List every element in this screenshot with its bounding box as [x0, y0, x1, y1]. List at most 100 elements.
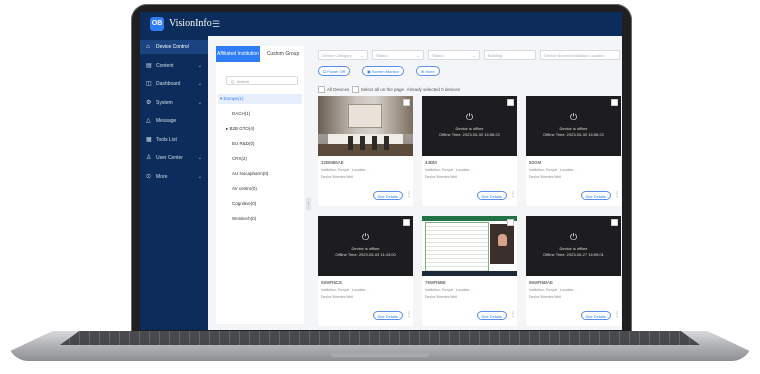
sidebar-item-tools-list[interactable]: ▦ Tools List: [140, 133, 208, 147]
tree-node[interactable]: ▸ B2B GTO(4): [226, 124, 254, 134]
device-institution: Institution: Europe Location: -: [321, 288, 369, 292]
tree-node[interactable]: ▾ Europe(1): [218, 94, 302, 104]
tree-node[interactable]: Cognitive(0): [232, 199, 256, 209]
keyboard: [60, 331, 700, 345]
filter-device-name-search[interactable]: Device Name/Installation Location: [540, 50, 620, 60]
all-devices-label: All Devices: [327, 87, 350, 92]
home-icon: ⌂: [146, 44, 150, 50]
sidebar-item-label: Tools List: [156, 136, 177, 143]
device-location: Location: -: [352, 288, 369, 292]
offline-preview: ⏻ Device is offline Offline Time: 2023-05-…: [526, 96, 621, 156]
more-button[interactable]: ⊕ More: [416, 66, 440, 76]
offline-preview: ⏻ Device is offline Offline Time: 2023-05-…: [422, 96, 517, 156]
collapse-panel-handle[interactable]: ‹: [306, 198, 311, 210]
filter-building[interactable]: Building: [484, 50, 536, 60]
see-details-button[interactable]: See Details: [476, 191, 507, 200]
app-title: VisionInfo: [169, 18, 212, 29]
more-options-icon[interactable]: ⋮: [406, 191, 412, 200]
device-location: Location: -: [456, 168, 473, 172]
screen: OB VisionInfo ☰ ⌂ Device Control ▤ Content ⌄…: [140, 12, 622, 330]
offline-time: Offline Time: 2023-05-03 11:43:00: [335, 252, 396, 257]
offline-status: Device is offline: [559, 246, 588, 251]
device-card[interactable]: ⏻ Device is offline Offline Time: 2023-06-…: [526, 216, 621, 326]
power-off-button[interactable]: ⏻ Power Off: [318, 66, 350, 76]
power-icon: ⏻: [361, 232, 370, 242]
sidebar-item-label: More: [156, 173, 168, 180]
power-icon: ⏻: [569, 232, 578, 242]
screen-monitor-button[interactable]: ▣ Screen Monitor: [362, 66, 405, 76]
device-checkbox[interactable]: [611, 99, 618, 106]
chevron-down-icon: ⌄: [197, 173, 202, 180]
sidebar-item-message[interactable]: △ Message: [140, 114, 208, 128]
tab-affiliated-institution[interactable]: Affiliated Institution: [216, 46, 260, 62]
device-location: Location: -: [352, 168, 369, 172]
offline-status: Device is offline: [351, 246, 380, 251]
device-location: Location: -: [560, 288, 577, 292]
tree-node[interactable]: Wonitech(0): [232, 214, 256, 224]
more-options-icon[interactable]: ⋮: [510, 311, 516, 320]
device-owner: Device Bunnies Well: [425, 295, 458, 299]
tab-custom-group[interactable]: Custom Group: [262, 46, 304, 62]
sidebar-item-device-control[interactable]: ⌂ Device Control: [140, 40, 208, 54]
more-options-icon[interactable]: ⋮: [406, 311, 412, 320]
device-screenshot: [422, 216, 517, 276]
see-details-button[interactable]: See Details: [476, 311, 507, 320]
tools-icon: ▦: [146, 136, 152, 143]
tree-node[interactable]: AV centro(0): [232, 184, 257, 194]
app-logo-icon: OB: [150, 17, 164, 31]
sidebar-item-dashboard[interactable]: ◫ Dashboard ⌄: [140, 77, 208, 91]
top-bar: OB VisionInfo ☰: [140, 12, 622, 36]
device-owner: Device Bunnies Well: [529, 295, 562, 299]
sidebar-item-label: Device Control: [156, 44, 189, 50]
device-name: 75WR6BE: [425, 280, 447, 285]
tree-node[interactable]: DACH(1): [232, 109, 250, 119]
chevron-down-icon: ⌄: [197, 62, 202, 69]
sidebar: ⌂ Device Control ▤ Content ⌄ ◫ Dashboard ⌄ ⚙ Syst…: [140, 36, 208, 330]
more-options-icon[interactable]: ⋮: [614, 191, 620, 200]
menu-toggle-icon[interactable]: ☰: [212, 18, 220, 30]
device-checkbox[interactable]: [403, 219, 410, 226]
device-checkbox[interactable]: [403, 99, 410, 106]
device-card[interactable]: ⏻ Device is offline Offline Time: 2023-05-…: [318, 216, 413, 326]
device-name: 32BM66AE: [321, 160, 344, 165]
more-options-icon[interactable]: ⋮: [510, 191, 516, 200]
device-card[interactable]: ⏻ Device is offline Offline Time: 2023-05-…: [422, 96, 517, 206]
offline-status: Device is offline: [455, 126, 484, 131]
more-icon: ⊙: [146, 173, 152, 180]
more-options-icon[interactable]: ⋮: [614, 311, 620, 320]
sidebar-item-system[interactable]: ⚙ System ⌄: [140, 96, 208, 110]
tree-node[interactable]: EU R&D(0): [232, 139, 255, 149]
device-checkbox[interactable]: [611, 219, 618, 226]
device-name: 65WR6CE: [321, 280, 343, 285]
select-all-checkbox[interactable]: [351, 86, 359, 94]
see-details-button[interactable]: See Details: [372, 311, 403, 320]
tree-node[interactable]: AU Nocapharm(0): [232, 169, 268, 179]
device-list-panel: Device Category ⌄ Status ⌄ Status ⌄ Buil…: [312, 46, 622, 330]
device-card[interactable]: ⏻ Device is offline Offline Time: 2023-05-…: [526, 96, 621, 206]
device-checkbox[interactable]: [507, 99, 514, 106]
see-details-button[interactable]: See Details: [372, 191, 403, 200]
device-owner: Device Bunnies Well: [321, 175, 354, 179]
sidebar-item-more[interactable]: ⊙ More ⌄: [140, 170, 208, 184]
device-name: 43BM: [425, 160, 437, 165]
tree-search-input[interactable]: Q. Search: [226, 76, 298, 85]
laptop-frame: OB VisionInfo ☰ ⌂ Device Control ▤ Content ⌄…: [0, 0, 760, 374]
device-institution: Institution: Europe Location: -: [425, 288, 473, 292]
device-institution: Institution: Europe Location: -: [529, 288, 577, 292]
sidebar-item-label: Message: [156, 118, 177, 124]
device-card[interactable]: 32BM66AE Institution: Europe Location: - D…: [318, 96, 413, 206]
sidebar-item-content[interactable]: ▤ Content ⌄: [140, 59, 208, 73]
all-devices-checkbox[interactable]: [318, 86, 325, 94]
filter-status-2[interactable]: Status ⌄: [428, 50, 480, 60]
sidebar-item-user-center[interactable]: ♙ User Center ⌄: [140, 151, 208, 165]
device-card[interactable]: 75WR6BE Institution: Europe Location: - De…: [422, 216, 517, 326]
filter-device-category[interactable]: Device Category ⌄: [318, 50, 368, 60]
selected-count: Already selected 0 devices: [406, 87, 461, 92]
device-checkbox[interactable]: [507, 219, 514, 226]
offline-status: Device is offline: [559, 126, 588, 131]
gear-icon: ⚙: [146, 99, 152, 106]
see-details-button[interactable]: See Details: [580, 191, 611, 200]
tree-node[interactable]: CRX(2): [232, 154, 247, 164]
filter-status[interactable]: Status ⌄: [372, 50, 424, 60]
see-details-button[interactable]: See Details: [580, 311, 611, 320]
